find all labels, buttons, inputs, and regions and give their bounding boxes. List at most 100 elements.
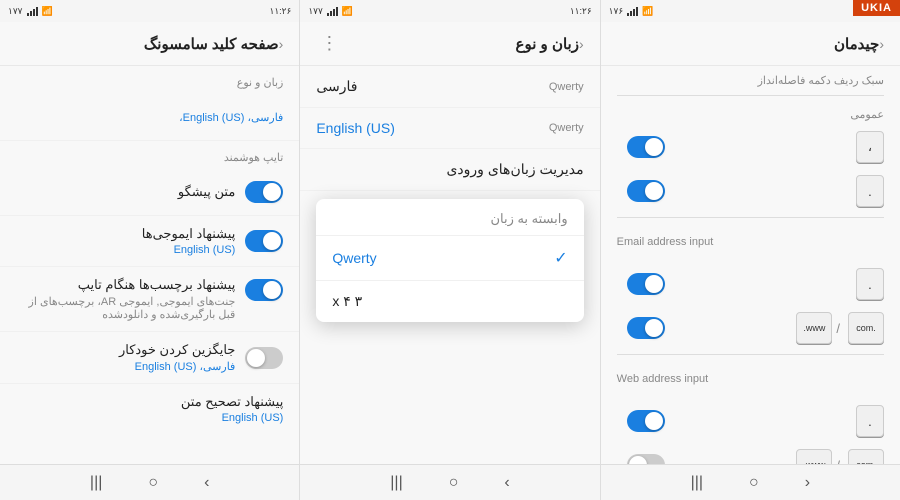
- panel3-web-label-row: Web address input: [601, 359, 900, 399]
- panel1-replace-text: جایگزین کردن خودکار فارسی، English (US): [16, 342, 235, 373]
- panel2-popup-3x4[interactable]: ۳ x ۴: [316, 281, 583, 322]
- status-left-1: ۱۷۷ 📶: [8, 6, 53, 17]
- status-left-2: ۱۷۷ 📶: [308, 6, 353, 17]
- panel3-key-com2: .com: [848, 449, 884, 464]
- nav-back-2[interactable]: ‹: [496, 470, 517, 496]
- status-panel-2: ۱۷۷ 📶 ۱۱:۲۶: [300, 0, 600, 22]
- brand-badge: UKIA: [853, 0, 900, 16]
- panel1-sticker-toggle[interactable]: [245, 279, 283, 301]
- panel-lang-type: ⋮ زبان و نوع › Qwerty فارسی Qwerty Engli…: [300, 22, 600, 464]
- panel1-sticker-title: پیشنهاد برچسب‌ها هنگام تایپ: [16, 277, 235, 293]
- panel2-english-item[interactable]: Qwerty English (US): [300, 108, 599, 149]
- panel3-row-dot3: .: [601, 399, 900, 443]
- signal-1: [27, 7, 38, 16]
- panel2-popup-title: وابسته به زبان: [316, 199, 583, 236]
- panel3-toggle-com-www1[interactable]: [627, 317, 665, 339]
- panel2-farsi-type: Qwerty: [549, 81, 584, 93]
- nav-back-3[interactable]: ›: [797, 470, 818, 496]
- panel3-toggle-dot3[interactable]: [627, 410, 665, 432]
- panel1-lang-row[interactable]: فارسی، English (US)،: [0, 93, 299, 141]
- panel2-farsi-text: فارسی: [316, 78, 357, 95]
- panel1-smart-label: تایپ هوشمند: [0, 141, 299, 168]
- panel1-preview-title: متن پیشگو: [16, 184, 235, 200]
- bottom-nav-panel-3: ||| ○ ›: [601, 465, 900, 500]
- battery-1: ۱۷۷: [8, 6, 23, 17]
- panel3-content: سبک ردیف دکمه فاصله‌انداز عمومی ، . Emai…: [601, 66, 900, 464]
- panel3-divider1: [617, 95, 884, 96]
- nav-recent-2[interactable]: |||: [382, 470, 410, 496]
- panel2-popup: وابسته به زبان ✓ Qwerty ۳ x ۴: [316, 199, 583, 322]
- nav-recent-3[interactable]: |||: [683, 470, 711, 496]
- panel3-key-dot3: .: [856, 405, 884, 437]
- panel2-header: ⋮ زبان و نوع ›: [300, 22, 599, 66]
- panel1-content: زبان و نوع فارسی، English (US)، تایپ هوش…: [0, 66, 299, 464]
- panel3-title: چیدمان: [834, 35, 879, 53]
- panel1-back-arrow[interactable]: ›: [279, 36, 284, 52]
- wifi-2: 📶: [342, 6, 353, 17]
- panel2-popup-qwerty[interactable]: ✓ Qwerty: [316, 236, 583, 281]
- panel1-replace-sub: فارسی، English (US): [16, 360, 235, 373]
- panel1-lang-label: زبان و نوع: [0, 66, 299, 93]
- panel1-correct-row[interactable]: پیشنهاد تصحیح متن English (US): [0, 384, 299, 434]
- panel1-header: صفحه کلید سامسونگ ›: [0, 22, 299, 66]
- panel1-correct-sub: English (US): [16, 412, 283, 424]
- panel2-farsi-item[interactable]: Qwerty فارسی: [300, 66, 599, 108]
- panel1-emoji-row: پیشنهاد ایموجی‌ها English (US): [0, 216, 299, 267]
- panels-container: صفحه کلید سامسونگ › زبان و نوع فارسی، En…: [0, 22, 900, 464]
- status-left-3: ۱۷۶ 📶: [609, 6, 654, 17]
- panel-samsung-keyboard: صفحه کلید سامسونگ › زبان و نوع فارسی، En…: [0, 22, 300, 464]
- panel3-key-com1: .com: [848, 312, 884, 344]
- panel3-row-dot1: .: [601, 169, 900, 213]
- panel3-back-arrow[interactable]: ›: [879, 36, 884, 52]
- panel1-sticker-text: پیشنهاد برچسب‌ها هنگام تایپ جنت‌های ایمو…: [16, 277, 235, 321]
- panel1-sticker-sub: جنت‌های ایموجی, ایموجی AR، برچسب‌های از …: [16, 295, 235, 321]
- status-bar: ۱۷۷ 📶 ۱۱:۲۶ ۱۷۷ 📶 ۱۱:۲۶ ۱۷۶: [0, 0, 900, 22]
- panel2-content: Qwerty فارسی Qwerty English (US) مدیریت …: [300, 66, 599, 464]
- panel3-general-label: عمومی: [601, 100, 900, 125]
- panel2-3x4-label: ۳ x ۴: [332, 293, 362, 310]
- panel1-lang-text: فارسی، English (US)،: [16, 109, 283, 124]
- panel2-check-icon: ✓: [554, 248, 567, 268]
- time-1: ۱۱:۲۶: [269, 6, 291, 17]
- panel3-web-label: Web address input: [617, 373, 709, 385]
- signal-3: [627, 7, 638, 16]
- time-2: ۱۱:۲۶: [570, 6, 592, 17]
- nav-recent-1[interactable]: |||: [82, 470, 110, 496]
- battery-3: ۱۷۶: [609, 6, 624, 17]
- panel3-row-dot2: .: [601, 262, 900, 306]
- panel3-toggle-dot1[interactable]: [627, 180, 665, 202]
- nav-home-2[interactable]: ○: [441, 470, 467, 496]
- panel1-emoji-title: پیشنهاد ایموجی‌ها: [16, 226, 235, 242]
- wifi-3: 📶: [642, 6, 653, 17]
- panel1-replace-title: جایگزین کردن خودکار: [16, 342, 235, 358]
- battery-2: ۱۷۷: [308, 6, 323, 17]
- panel3-toggle-dot2[interactable]: [627, 273, 665, 295]
- panel3-divider3: [617, 354, 884, 355]
- panel3-email-label-row: Email address input: [601, 222, 900, 262]
- panel2-back-arrow[interactable]: ›: [579, 36, 584, 52]
- bottom-nav-panel-2: ||| ○ ‹: [300, 465, 600, 500]
- signal-2: [327, 7, 338, 16]
- panel1-emoji-toggle[interactable]: [245, 230, 283, 252]
- panel2-manage-row[interactable]: مدیریت زبان‌های ورودی: [300, 149, 599, 191]
- panel1-correct-title: پیشنهاد تصحیح متن: [16, 394, 283, 410]
- panel1-preview-row: متن پیشگو: [0, 168, 299, 216]
- nav-back-1[interactable]: ‹: [196, 470, 217, 496]
- panel3-slash1: /: [836, 321, 840, 336]
- panel2-title-area: زبان و نوع ›: [516, 35, 588, 53]
- nav-home-1[interactable]: ○: [140, 470, 166, 496]
- panel1-replace-row: جایگزین کردن خودکار فارسی، English (US): [0, 332, 299, 384]
- panel2-english-name: English (US): [316, 120, 395, 136]
- panel3-email-label: Email address input: [617, 236, 714, 248]
- panel3-toggle-com-www2[interactable]: [627, 454, 665, 464]
- panel2-menu-dots[interactable]: ⋮: [320, 33, 338, 54]
- panel1-title: صفحه کلید سامسونگ: [144, 35, 279, 53]
- status-panel-1: ۱۷۷ 📶 ۱۱:۲۶: [0, 0, 300, 22]
- panel1-replace-toggle[interactable]: [245, 347, 283, 369]
- panel1-preview-toggle[interactable]: [245, 181, 283, 203]
- panel3-toggle-comma[interactable]: [627, 136, 665, 158]
- panel3-spacebar-label: سبک ردیف دکمه فاصله‌انداز: [601, 66, 900, 91]
- nav-home-3[interactable]: ○: [741, 470, 767, 496]
- panel3-header: چیدمان ›: [601, 22, 900, 66]
- panel3-keys-com-www2: .com / www.: [792, 449, 884, 464]
